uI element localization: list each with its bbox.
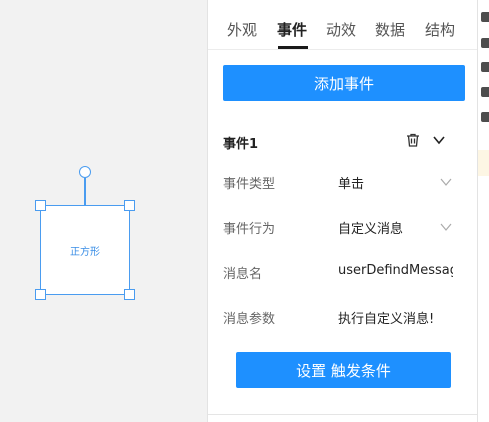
set-trigger-button[interactable]: 设置 触发条件	[236, 352, 451, 388]
message-name-label: 消息名	[223, 267, 263, 282]
trash-icon[interactable]	[405, 132, 421, 148]
resize-handle-top-left[interactable]	[35, 200, 46, 211]
highlight-row	[478, 150, 489, 176]
event-type-select[interactable]: 单击	[338, 173, 453, 192]
checkbox-icon[interactable]	[481, 112, 489, 122]
checkbox-icon[interactable]	[481, 12, 489, 22]
properties-panel: 外观 事件 动效 数据 结构 添加事件 事件1 事件类型 单击 事件行为 自定义…	[207, 0, 478, 422]
tab-animation[interactable]: 动效	[326, 19, 356, 40]
square-shape[interactable]: 正方形	[40, 205, 130, 295]
tab-structure[interactable]: 结构	[425, 19, 455, 40]
tab-data[interactable]: 数据	[375, 19, 405, 40]
panel-tabs: 外观 事件 动效 数据 结构	[208, 0, 478, 50]
chevron-down-icon[interactable]	[432, 134, 446, 146]
resize-handle-top-right[interactable]	[124, 200, 135, 211]
add-event-button[interactable]: 添加事件	[223, 65, 465, 101]
resize-handle-bottom-right[interactable]	[124, 289, 135, 300]
event-title: 事件1	[223, 137, 259, 152]
tab-events[interactable]: 事件	[277, 19, 307, 40]
chevron-down-icon[interactable]	[440, 223, 452, 231]
event-type-label: 事件类型	[223, 177, 276, 192]
checkbox-icon[interactable]	[481, 87, 489, 97]
rotate-connector	[84, 178, 86, 205]
message-params-input[interactable]: 执行自定义消息!	[338, 308, 453, 327]
event-action-select[interactable]: 自定义消息	[338, 218, 453, 237]
checkbox-icon[interactable]	[481, 38, 489, 48]
checkbox-icon[interactable]	[481, 62, 489, 72]
message-name-input[interactable]: userDefindMessage	[338, 263, 453, 278]
event-action-label: 事件行为	[223, 222, 276, 237]
chevron-down-icon[interactable]	[440, 178, 452, 186]
design-canvas[interactable]: 正方形	[0, 0, 207, 422]
divider	[208, 414, 478, 415]
resize-handle-bottom-left[interactable]	[35, 289, 46, 300]
active-tab-indicator	[278, 46, 308, 49]
message-params-label: 消息参数	[223, 312, 276, 327]
rotate-handle[interactable]	[79, 166, 91, 178]
shape-label: 正方形	[70, 246, 100, 258]
tab-appearance[interactable]: 外观	[227, 19, 257, 40]
layer-list-strip	[477, 0, 489, 422]
